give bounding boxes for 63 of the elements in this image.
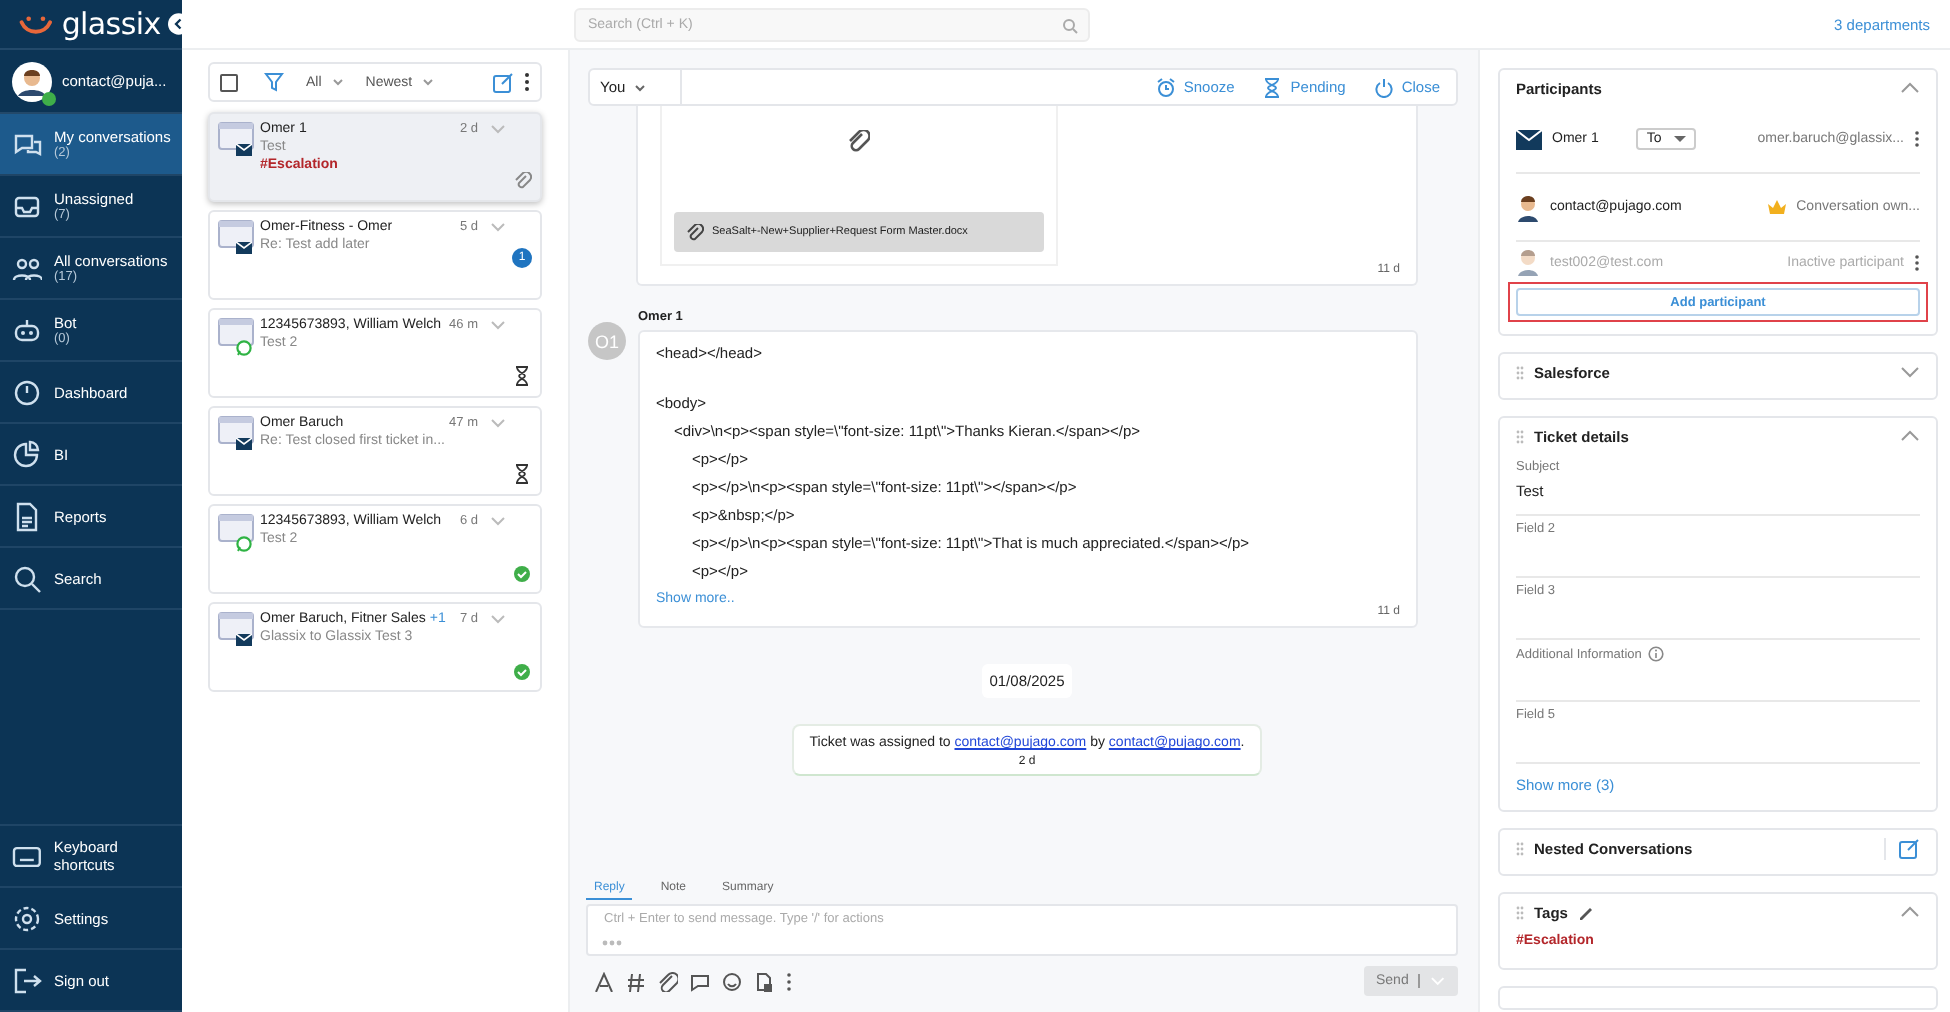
caret-icon	[1673, 136, 1686, 142]
document-icon	[12, 501, 42, 531]
text-format-icon[interactable]	[594, 971, 614, 991]
more-icon[interactable]	[524, 72, 530, 92]
pencil-icon[interactable]	[1577, 904, 1594, 920]
drag-handle-icon[interactable]	[1516, 905, 1524, 919]
chevron-down-icon[interactable]	[1900, 366, 1920, 378]
chevron-icon[interactable]	[490, 320, 506, 330]
caret-icon	[633, 83, 646, 91]
drag-handle-icon[interactable]	[1516, 841, 1524, 855]
sign-out-icon	[12, 965, 42, 995]
hashtag-icon[interactable]	[626, 971, 646, 991]
avatar-icon	[12, 61, 52, 101]
paperclip-icon[interactable]	[658, 971, 678, 991]
contact-card-icon	[218, 318, 254, 346]
search-icon	[12, 563, 42, 593]
chevron-icon[interactable]	[490, 516, 506, 526]
compose-icon[interactable]	[492, 71, 514, 93]
gauge-icon	[12, 377, 42, 407]
chat-icon	[12, 129, 42, 159]
chevron-up-icon[interactable]	[1900, 82, 1920, 94]
filter-icon[interactable]	[264, 72, 284, 92]
contact-card-icon	[218, 122, 254, 150]
keyboard-icon	[12, 841, 42, 871]
contact-card-icon	[218, 612, 254, 640]
chevron-icon[interactable]	[490, 614, 506, 624]
search-icon	[1062, 17, 1078, 33]
ellipsis-icon	[602, 940, 622, 946]
contact-card-icon	[218, 220, 254, 248]
drag-handle-icon[interactable]	[1516, 429, 1524, 443]
drag-handle-icon[interactable]	[1516, 365, 1524, 379]
chevron-up-icon[interactable]	[1900, 430, 1920, 442]
caret-icon	[1430, 976, 1446, 986]
smile-logo-icon	[18, 13, 54, 35]
person-icon	[1516, 248, 1540, 276]
envelope-icon	[1516, 129, 1542, 149]
person-icon	[1516, 193, 1540, 221]
contact-card-icon	[218, 514, 254, 542]
more-icon[interactable]	[786, 971, 792, 991]
more-icon[interactable]	[1914, 130, 1920, 148]
chevron-icon[interactable]	[490, 222, 506, 232]
smiley-icon[interactable]	[722, 971, 742, 991]
inbox-icon	[12, 191, 42, 221]
paperclip-icon	[686, 223, 704, 241]
chevron-up-icon[interactable]	[1900, 906, 1920, 918]
paperclip-icon	[848, 130, 870, 152]
sender-avatar: O1	[588, 322, 626, 360]
edit-icon[interactable]	[1898, 837, 1920, 859]
power-icon	[1373, 77, 1394, 97]
people-icon	[12, 253, 42, 283]
caret-icon	[331, 78, 344, 86]
hourglass-icon	[1262, 77, 1283, 97]
document-icon[interactable]	[754, 971, 774, 991]
speech-bubble-icon[interactable]	[690, 971, 710, 991]
caret-icon	[422, 78, 435, 86]
alarm-clock-icon	[1155, 77, 1176, 97]
robot-icon	[12, 315, 42, 345]
settings-icon	[12, 903, 42, 933]
contact-card-icon	[218, 416, 254, 444]
select-all-checkbox[interactable]	[220, 73, 238, 91]
chevron-icon[interactable]	[490, 418, 506, 428]
pie-chart-icon	[12, 439, 42, 469]
logo-text: glassix	[61, 6, 161, 42]
